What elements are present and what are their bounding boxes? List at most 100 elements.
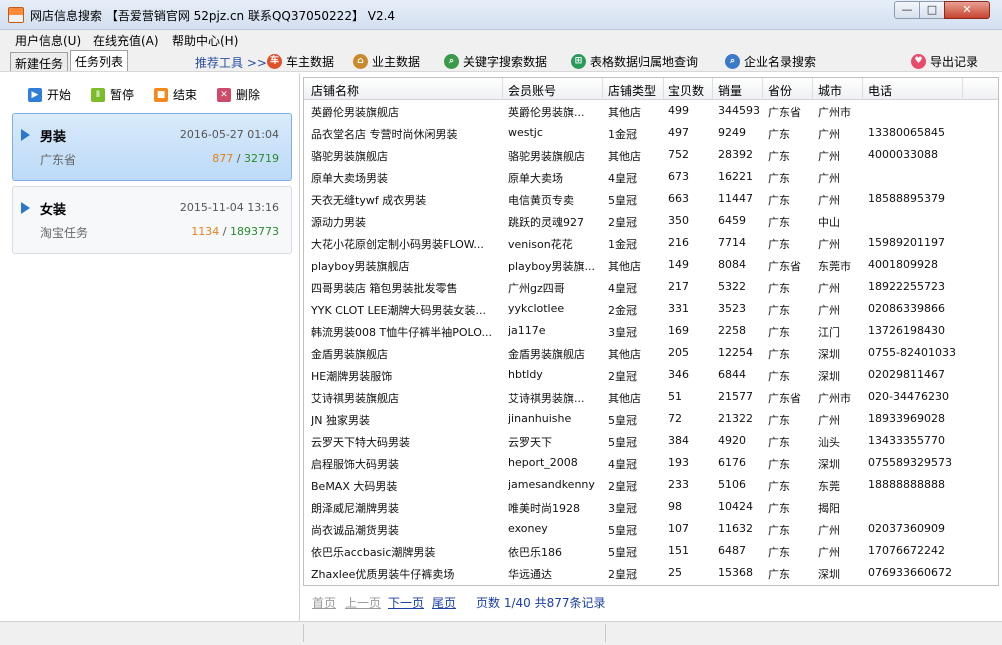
cell-sales: 7714 — [718, 236, 746, 249]
cell-city: 深圳 — [818, 348, 840, 361]
cell-province: 广东 — [768, 348, 790, 361]
minimize-button[interactable]: — — [894, 1, 920, 19]
maximize-button[interactable]: □ — [919, 1, 945, 19]
table-row[interactable]: 依巴乐accbasic潮牌男装 依巴乐186 5皇冠 151 6487 广东 广州 17076… — [304, 540, 998, 562]
column-header-shop-type[interactable]: 店铺类型 — [608, 82, 656, 99]
menu-help[interactable]: 帮助中心(H) — [172, 32, 238, 49]
table-row[interactable]: 骆驼男装旗舰店 骆驼男装旗舰店 其他店 752 28392 广东 广州 4000033088 — [304, 144, 998, 166]
tool-keyword-search[interactable]: ⌕ 关键字搜索数据 — [444, 52, 547, 70]
menu-recharge[interactable]: 在线充值(A) — [93, 32, 159, 49]
cell-shop-type: 5皇冠 — [608, 546, 637, 559]
table-row[interactable]: 金盾男装旗舰店 金盾男装旗舰店 其他店 205 12254 广东 深圳 0755-824010… — [304, 342, 998, 364]
status-bar — [0, 621, 1002, 645]
last-page-link[interactable]: 尾页 — [432, 594, 456, 611]
tool-label: 企业名录搜索 — [744, 54, 817, 69]
column-header-province[interactable]: 省份 — [768, 82, 792, 99]
table-row[interactable]: 韩流男装008 T恤牛仔裤半袖POLO... ja117e 3皇冠 169 2258 广东… — [304, 320, 998, 342]
cell-sales: 6176 — [718, 456, 746, 469]
tool-company-search[interactable]: ⌕ 企业名录搜索 — [725, 52, 816, 70]
delete-button[interactable]: ✕ 删除 — [217, 86, 260, 103]
cell-shop-type: 4皇冠 — [608, 282, 637, 295]
menu-user-info[interactable]: 用户信息(U) — [15, 32, 81, 49]
cell-shop-name: playboy男装旗舰店 — [311, 260, 410, 273]
table-row[interactable]: YYK CLOT LEE潮牌大码男装女装... yykclotlee 2金冠 331 3… — [304, 298, 998, 320]
cell-province: 广东 — [768, 172, 790, 185]
tool-label: 业主数据 — [372, 54, 421, 69]
task-item[interactable]: 女装 2015-11-04 13:16 淘宝任务 1134 / 1893773 — [12, 186, 292, 254]
close-button[interactable]: ✕ — [944, 1, 990, 19]
first-page-link[interactable]: 首页 — [312, 594, 336, 611]
car-icon: 车 — [267, 53, 282, 69]
window-title: 网店信息搜索 【吾爱营销官网 52pjz.cn 联系QQ37050222】 V2… — [30, 9, 396, 23]
column-header-phone[interactable]: 电话 — [868, 82, 892, 99]
table-row[interactable]: 启程服饰大码男装 heport_2008 4皇冠 193 6176 广东 深圳 0755893… — [304, 452, 998, 474]
cell-shop-name: 金盾男装旗舰店 — [311, 348, 388, 361]
stop-button[interactable]: ■ 结束 — [154, 86, 197, 103]
cell-province: 广东 — [768, 568, 790, 581]
tab-task-list[interactable]: 任务列表 — [70, 50, 129, 71]
cell-shop-name: 英爵伦男装旗舰店 — [311, 106, 399, 119]
cell-shop-type: 1金冠 — [608, 128, 637, 141]
column-divider — [712, 78, 713, 100]
task-count-total: 1893773 — [230, 225, 279, 238]
start-button[interactable]: ▶ 开始 — [28, 86, 71, 103]
company-search-icon: ⌕ — [725, 53, 740, 69]
table-row[interactable]: 云罗天下特大码男装 云罗天下 5皇冠 384 4920 广东 汕头 13433355770 — [304, 430, 998, 452]
table-header: 店铺名称 会员账号 店铺类型 宝贝数 销量 省份 城市 电话 — [304, 78, 998, 100]
cell-province: 广东省 — [768, 392, 801, 405]
cell-item-count: 151 — [668, 544, 689, 557]
table-row[interactable]: 品衣堂名店 专营时尚休闲男装 westjc 1金冠 497 9249 广东 广州 133800… — [304, 122, 998, 144]
prev-page-link[interactable]: 上一页 — [345, 594, 381, 611]
table-row[interactable]: 天衣无缝tywf 成衣男装 电信黄页专卖 5皇冠 663 11447 广东 广州 185888… — [304, 188, 998, 210]
cell-item-count: 331 — [668, 302, 689, 315]
task-item[interactable]: 男装 2016-05-27 01:04 广东省 877 / 32719 — [12, 113, 292, 181]
cell-member-account: 金盾男装旗舰店 — [508, 348, 585, 361]
cell-item-count: 384 — [668, 434, 689, 447]
tool-table-location-query[interactable]: ⊞ 表格数据归属地查询 — [571, 52, 698, 70]
cell-item-count: 217 — [668, 280, 689, 293]
table-row[interactable]: 大花小花原创定制小码男装FLOW... venison花花 1金冠 216 7714 广东… — [304, 232, 998, 254]
cell-sales: 11447 — [718, 192, 753, 205]
cell-shop-type: 4皇冠 — [608, 172, 637, 185]
table-row[interactable]: HE潮牌男装服饰 hbtldy 2皇冠 346 6844 广东 深圳 02029811467 — [304, 364, 998, 386]
table-row[interactable]: playboy男装旗舰店 playboy男装旗... 其他店 149 8084 广东省 东莞… — [304, 254, 998, 276]
table-row[interactable]: 英爵伦男装旗舰店 英爵伦男装旗... 其他店 499 344593 广东省 广州市 — [304, 100, 998, 122]
task-count-sep: / — [236, 152, 241, 165]
start-label: 开始 — [47, 88, 72, 102]
tool-house-owner-data[interactable]: ⌂ 业主数据 — [353, 52, 420, 70]
cell-member-account: yykclotlee — [508, 302, 565, 315]
table-row[interactable]: BeMAX 大码男装 jamesandkenny 2皇冠 233 5106 广东 东莞 188… — [304, 474, 998, 496]
cell-shop-type: 2皇冠 — [608, 480, 637, 493]
cell-province: 广东 — [768, 458, 790, 471]
table-row[interactable]: 四哥男装店 箱包男装批发零售 广州gz四哥 4皇冠 217 5322 广东 广州 189222… — [304, 276, 998, 298]
cell-sales: 21322 — [718, 412, 753, 425]
cell-shop-name: 品衣堂名店 专营时尚休闲男装 — [311, 128, 458, 141]
pause-button[interactable]: Ⅱ 暂停 — [91, 86, 134, 103]
task-count-sep: / — [222, 225, 227, 238]
tab-new-task[interactable]: 新建任务 — [10, 52, 69, 71]
cell-city: 深圳 — [818, 370, 840, 383]
column-header-item-count[interactable]: 宝贝数 — [668, 82, 704, 99]
task-name: 女装 — [40, 203, 67, 218]
pause-icon: Ⅱ — [91, 87, 105, 102]
cell-city: 广州市 — [818, 106, 851, 119]
table-row[interactable]: 源动力男装 跳跃的灵魂927 2皇冠 350 6459 广东 中山 — [304, 210, 998, 232]
column-header-city[interactable]: 城市 — [818, 82, 842, 99]
table-row[interactable]: 尚衣诚品潮货男装 exoney 5皇冠 107 11632 广东 广州 02037360909 — [304, 518, 998, 540]
cell-item-count: 149 — [668, 258, 689, 271]
cell-shop-type: 3皇冠 — [608, 502, 637, 515]
table-row[interactable]: Zhaxlee优质男装牛仔裤卖场 华远通达 2皇冠 25 15368 广东 深圳 076933… — [304, 562, 998, 584]
cell-city: 广州 — [818, 414, 840, 427]
column-header-member-account[interactable]: 会员账号 — [508, 82, 556, 99]
export-records-button[interactable]: ♥ 导出记录 — [911, 52, 978, 70]
tool-car-owner-data[interactable]: 车 车主数据 — [267, 52, 334, 70]
next-page-link[interactable]: 下一页 — [388, 594, 424, 611]
column-header-sales[interactable]: 销量 — [718, 82, 742, 99]
column-header-shop-name[interactable]: 店铺名称 — [311, 82, 359, 99]
table-row[interactable]: 原单大卖场男装 原单大卖场 4皇冠 673 16221 广东 广州 — [304, 166, 998, 188]
table-row[interactable]: 朗泽威尼潮牌男装 唯美时尚1928 3皇冠 98 10424 广东 揭阳 — [304, 496, 998, 518]
table-row[interactable]: 艾诗祺男装旗舰店 艾诗祺男装旗... 其他店 51 21577 广东省 广州市 020-344… — [304, 386, 998, 408]
cell-shop-name: YYK CLOT LEE潮牌大码男装女装... — [311, 304, 486, 317]
table-row[interactable]: JN 独家男装 jinanhuishe 5皇冠 72 21322 广东 广州 18933969… — [304, 408, 998, 430]
status-divider — [303, 624, 304, 642]
